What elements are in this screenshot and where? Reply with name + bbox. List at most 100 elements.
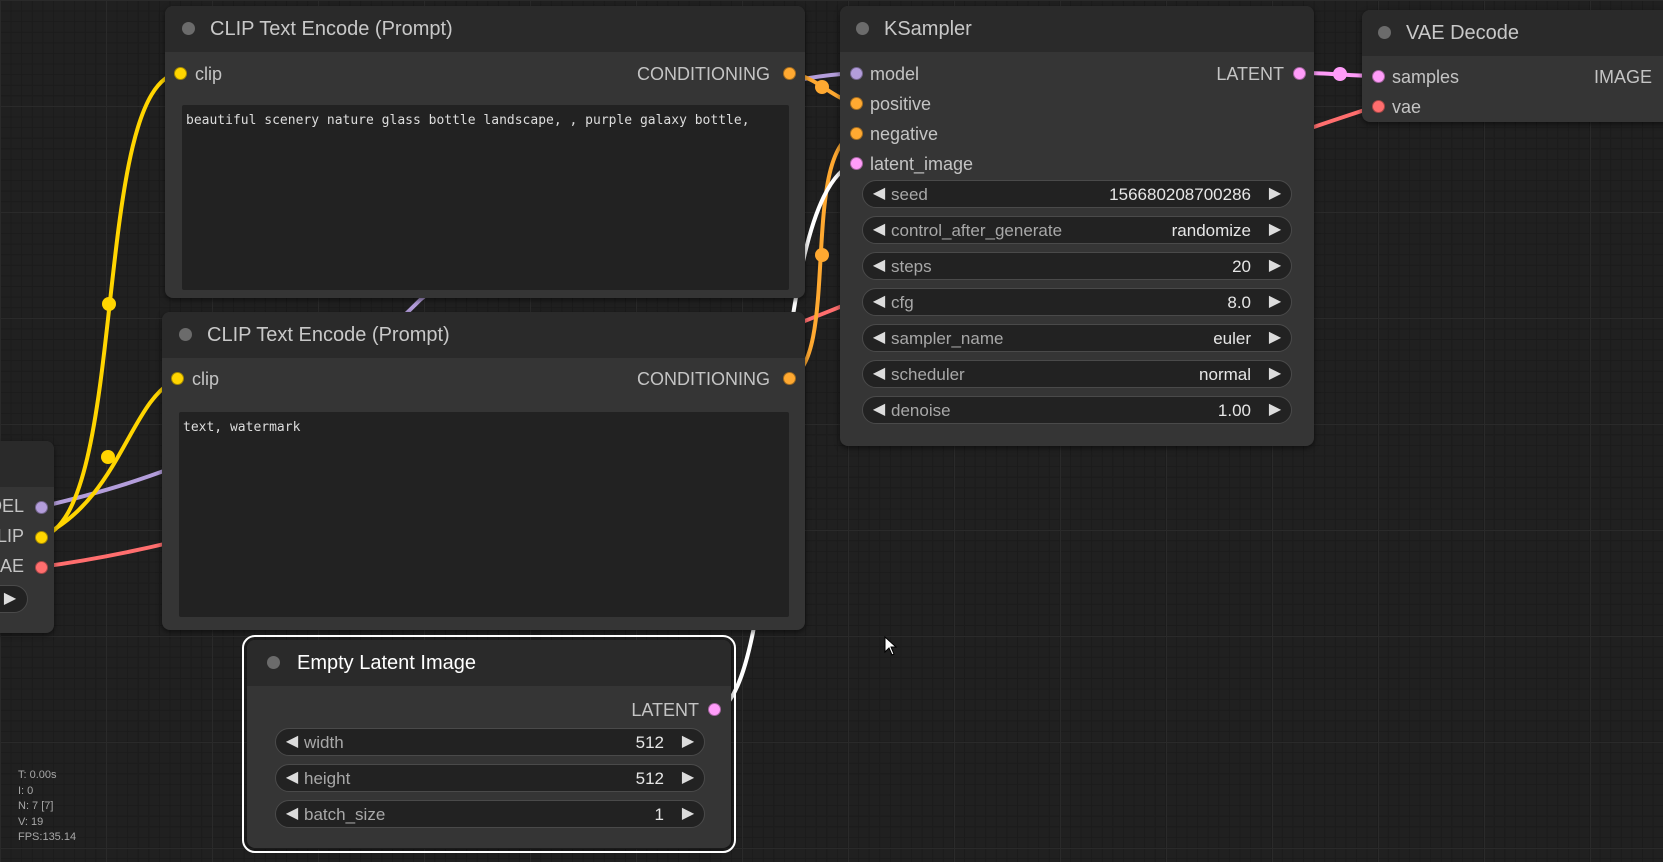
decrement-arrow-icon[interactable]: ◀ (870, 328, 888, 348)
widget-name: cfg (891, 293, 914, 312)
output-slot-label: CONDITIONING (637, 64, 770, 84)
increment-arrow-icon[interactable]: ▶ (679, 732, 697, 752)
sampler-name-widget[interactable]: ◀ sampler_name euler ▶ (862, 324, 1292, 352)
input-slot-samples[interactable] (1372, 70, 1385, 83)
node-title-bar[interactable]: VAE Decode (1362, 10, 1663, 56)
wire-reroute-dot (102, 297, 116, 311)
cfg-widget[interactable]: ◀ cfg 8.0 ▶ (862, 288, 1292, 316)
widget-value: 1 (654, 805, 664, 824)
stat-visible: V: 19 (18, 815, 44, 828)
checkpoint-loader-node[interactable]: DEL LIP AE ▶ (0, 441, 54, 633)
output-slot-conditioning[interactable] (783, 67, 796, 80)
input-slot-label: positive (870, 94, 932, 114)
clip-text-encode-positive-node[interactable]: CLIP Text Encode (Prompt) clip CONDITION… (165, 6, 805, 298)
output-slot-label: CONDITIONING (637, 369, 770, 389)
seed-widget[interactable]: ◀ seed 156680208700286 ▶ (862, 180, 1292, 208)
wire-reroute-dot (815, 248, 829, 262)
stat-nodes: N: 7 [7] (18, 800, 54, 812)
increment-arrow-icon[interactable]: ▶ (1266, 292, 1284, 312)
node-title-bar[interactable] (0, 441, 54, 487)
widget-name: seed (891, 185, 928, 204)
widget-value: randomize (1171, 221, 1251, 240)
input-slot-clip[interactable] (171, 372, 184, 385)
empty-latent-image-node[interactable]: Empty Latent Image LATENT ◀ width 512 ▶ … (242, 635, 736, 853)
output-slot-label: AE (0, 556, 24, 576)
increment-arrow-icon[interactable]: ▶ (1266, 400, 1284, 420)
input-slot-negative[interactable] (850, 127, 863, 140)
widget-value: 8.0 (1227, 293, 1251, 312)
widget-name: width (304, 733, 344, 752)
decrement-arrow-icon[interactable]: ◀ (283, 804, 301, 824)
output-slot-latent[interactable] (1293, 67, 1306, 80)
node-title: CLIP Text Encode (Prompt) (210, 18, 453, 40)
widget-value: euler (1213, 329, 1251, 348)
output-slot-conditioning[interactable] (783, 372, 796, 385)
increment-arrow-icon[interactable]: ▶ (1266, 220, 1284, 240)
output-slot-model[interactable] (35, 501, 48, 514)
node-title-bar[interactable]: KSampler (840, 6, 1314, 52)
increment-arrow-icon[interactable]: ▶ (1266, 256, 1284, 276)
prompt-textarea[interactable]: beautiful scenery nature glass bottle la… (182, 105, 789, 290)
increment-arrow-icon[interactable]: ▶ (679, 768, 697, 788)
increment-arrow-icon[interactable]: ▶ (1266, 364, 1284, 384)
collapse-dot-icon[interactable] (179, 328, 192, 341)
input-slot-label: vae (1392, 97, 1422, 117)
decrement-arrow-icon[interactable]: ◀ (283, 768, 301, 788)
collapse-dot-icon[interactable] (856, 22, 869, 35)
node-title: CLIP Text Encode (Prompt) (207, 324, 450, 346)
ksampler-node[interactable]: KSampler model positive negative latent_… (840, 6, 1314, 446)
increment-arrow-icon[interactable]: ▶ (1266, 184, 1284, 204)
node-title: VAE Decode (1406, 22, 1520, 44)
output-slot-label: LATENT (631, 700, 699, 720)
control-after-generate-widget[interactable]: ◀ control_after_generate randomize ▶ (862, 216, 1292, 244)
input-slot-label: clip (192, 369, 220, 389)
decrement-arrow-icon[interactable]: ◀ (870, 364, 888, 384)
node-title-bar[interactable]: Empty Latent Image (247, 640, 731, 686)
denoise-widget[interactable]: ◀ denoise 1.00 ▶ (862, 396, 1292, 424)
output-slot-vae[interactable] (35, 561, 48, 574)
widget-value: 20 (1232, 257, 1251, 276)
render-stats: T: 0.00s I: 0 N: 7 [7] V: 19 FPS:135.14 (18, 768, 76, 846)
input-slot-model[interactable] (850, 67, 863, 80)
decrement-arrow-icon[interactable]: ◀ (870, 400, 888, 420)
decrement-arrow-icon[interactable]: ◀ (870, 184, 888, 204)
input-slot-positive[interactable] (850, 97, 863, 110)
input-slot-latent-image[interactable] (850, 157, 863, 170)
input-slot-label: model (870, 64, 920, 84)
widget-name: batch_size (304, 805, 386, 824)
width-widget[interactable]: ◀ width 512 ▶ (275, 728, 705, 756)
increment-arrow-icon[interactable]: ▶ (679, 804, 697, 824)
output-slot-label: DEL (0, 496, 24, 516)
stat-fps: FPS:135.14 (18, 831, 77, 843)
widget-name: height (304, 769, 351, 788)
clip-text-encode-negative-node[interactable]: CLIP Text Encode (Prompt) clip CONDITION… (162, 312, 805, 630)
decrement-arrow-icon[interactable]: ◀ (283, 732, 301, 752)
collapse-dot-icon[interactable] (267, 656, 280, 669)
increment-arrow-icon[interactable]: ▶ (1266, 328, 1284, 348)
decrement-arrow-icon[interactable]: ◀ (870, 256, 888, 276)
decrement-arrow-icon[interactable]: ◀ (870, 292, 888, 312)
wire-reroute-dot (1333, 67, 1347, 81)
node-title: Empty Latent Image (297, 652, 476, 674)
collapse-dot-icon[interactable] (1378, 26, 1391, 39)
prompt-textarea[interactable]: text, watermark (179, 412, 789, 617)
collapse-dot-icon[interactable] (182, 22, 195, 35)
vae-decode-node[interactable]: VAE Decode samples vae IMAGE (1362, 10, 1663, 122)
output-slot-clip[interactable] (35, 531, 48, 544)
widget-name: steps (891, 257, 932, 276)
decrement-arrow-icon[interactable]: ◀ (870, 220, 888, 240)
output-slot-latent[interactable] (708, 703, 721, 716)
height-widget[interactable]: ◀ height 512 ▶ (275, 764, 705, 792)
input-slot-label: clip (195, 64, 223, 84)
input-slot-vae[interactable] (1372, 100, 1385, 113)
mouse-cursor-icon (884, 636, 898, 656)
checkpoint-widget[interactable]: ▶ (0, 585, 28, 613)
node-title-bar[interactable]: CLIP Text Encode (Prompt) (165, 6, 805, 52)
batch-size-widget[interactable]: ◀ batch_size 1 ▶ (275, 800, 705, 828)
scheduler-widget[interactable]: ◀ scheduler normal ▶ (862, 360, 1292, 388)
increment-arrow-icon[interactable]: ▶ (1, 589, 19, 609)
node-title-bar[interactable]: CLIP Text Encode (Prompt) (162, 312, 805, 358)
widget-name: scheduler (891, 365, 965, 384)
input-slot-clip[interactable] (174, 67, 187, 80)
steps-widget[interactable]: ◀ steps 20 ▶ (862, 252, 1292, 280)
